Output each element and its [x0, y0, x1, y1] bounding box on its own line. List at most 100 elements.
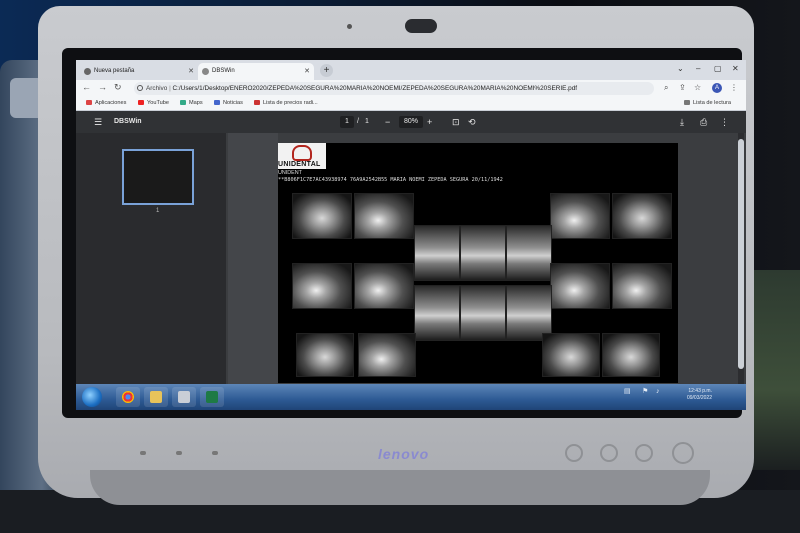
zoom-input[interactable]: 80%: [399, 116, 424, 128]
close-icon[interactable]: ✕: [304, 63, 310, 80]
page-current-input[interactable]: 1: [340, 116, 354, 128]
brand-logo: lenovo: [378, 446, 430, 462]
clock-date: 09/03/2022: [686, 395, 712, 401]
clock-time: 12:43 p.m.: [688, 388, 712, 394]
page-thumbnail[interactable]: [122, 149, 194, 205]
xray-image: [414, 285, 460, 341]
clinic-logo: UNIDENTAL: [278, 143, 326, 169]
hamburger-icon[interactable]: ☰: [94, 111, 102, 133]
apps-icon: [86, 100, 92, 105]
bookmarks-bar: Aplicaciones YouTube Maps Noticias Lista…: [76, 97, 746, 111]
xray-image: [354, 193, 414, 239]
xray-image: [550, 263, 610, 309]
xray-image: [460, 285, 506, 341]
print-icon[interactable]: ⎙: [700, 111, 707, 133]
thumbnail-sidebar: 1: [76, 133, 226, 384]
youtube-icon: [138, 100, 144, 105]
close-icon[interactable]: ✕: [188, 63, 194, 80]
network-icon[interactable]: ▤: [624, 388, 631, 395]
new-tab-button[interactable]: +: [320, 64, 333, 77]
avatar[interactable]: A: [712, 83, 722, 93]
document-title: DBSWin: [114, 118, 142, 125]
indicator-light: [212, 451, 218, 455]
xray-image: [542, 333, 600, 377]
xray-image: [612, 193, 672, 239]
tab-dbswin[interactable]: DBSWin ✕: [198, 63, 314, 80]
webcam-led: [347, 24, 352, 29]
xray-image: [506, 225, 552, 281]
taskbar-app[interactable]: [172, 387, 196, 407]
logo-text: UNIDENTAL: [278, 161, 321, 168]
forward-icon[interactable]: →: [98, 82, 107, 92]
info-icon[interactable]: [137, 85, 143, 91]
volume-icon[interactable]: ♪: [656, 388, 660, 395]
chrome-icon: [122, 391, 134, 403]
vertical-scrollbar[interactable]: [738, 133, 744, 384]
tab-strip: Nueva pestaña ✕ DBSWin ✕ + ⌄ – ▢ ✕: [76, 60, 746, 80]
close-window-icon[interactable]: ✕: [732, 64, 739, 73]
bookmark-youtube[interactable]: YouTube: [138, 97, 169, 110]
monitor-button[interactable]: [635, 444, 653, 462]
screen: Nueva pestaña ✕ DBSWin ✕ + ⌄ – ▢ ✕ ← → ↻…: [76, 60, 746, 410]
minimize-icon[interactable]: –: [696, 64, 700, 73]
app-icon: [178, 391, 190, 403]
bookmark-apps[interactable]: Aplicaciones: [86, 97, 126, 110]
share-icon[interactable]: ⇪: [679, 83, 686, 92]
star-icon[interactable]: ☆: [694, 83, 701, 92]
tab-new-tab[interactable]: Nueva pestaña ✕: [80, 63, 198, 80]
excel-icon: [206, 391, 218, 403]
bookmark-news[interactable]: Noticias: [214, 97, 243, 110]
monitor-button[interactable]: [565, 444, 583, 462]
xray-image: [296, 333, 354, 377]
folder-icon: [150, 391, 162, 403]
reload-icon[interactable]: ↻: [114, 82, 122, 93]
bookmark-price-list[interactable]: Lista de precios radi...: [254, 97, 318, 110]
monitor-button[interactable]: [600, 444, 618, 462]
page-header: UNIDENTAL UNIDENT **B806F1C7E7AC43938974…: [278, 143, 678, 185]
taskbar-explorer[interactable]: [144, 387, 168, 407]
webcam: [405, 19, 437, 33]
start-button[interactable]: [82, 387, 102, 407]
taskbar-excel[interactable]: [200, 387, 224, 407]
rotate-icon[interactable]: ⟲: [468, 111, 476, 133]
chevron-down-icon[interactable]: ⌄: [677, 64, 684, 73]
flag-icon[interactable]: ⚑: [642, 388, 648, 395]
windows-taskbar: ▤ ⚑ ♪ 12:43 p.m. 09/03/2022: [76, 384, 746, 410]
system-clock[interactable]: 12:43 p.m. 09/03/2022: [672, 388, 712, 402]
maps-icon: [180, 100, 186, 105]
gmail-icon: [254, 100, 260, 105]
xray-image: [358, 333, 416, 377]
address-bar-row: ← → ↻ Archivo | C:/Users/1/Desktop/ENERO…: [76, 80, 746, 97]
menu-icon[interactable]: ⋮: [730, 83, 738, 92]
more-icon[interactable]: ⋮: [720, 111, 729, 133]
monitor-base: [90, 470, 710, 505]
xray-image: [612, 263, 672, 309]
thumbnail-number: 1: [156, 208, 160, 214]
maximize-icon[interactable]: ▢: [714, 64, 722, 73]
back-icon[interactable]: ←: [82, 82, 91, 92]
fit-page-icon[interactable]: ⊡: [452, 111, 460, 133]
taskbar-chrome[interactable]: [116, 387, 140, 407]
reading-list[interactable]: Lista de lectura: [684, 97, 731, 110]
page-total: 1: [365, 118, 369, 125]
xray-image: [354, 263, 414, 309]
xray-image: [602, 333, 660, 377]
tab-label: DBSWin: [212, 68, 235, 74]
tab-label: Nueva pestaña: [94, 68, 135, 74]
indicator-light: [176, 451, 182, 455]
zoom-in-button[interactable]: +: [427, 111, 432, 133]
url-text: C:/Users/1/Desktop/ENERO2020/ZEPEDA%20SE…: [172, 85, 578, 92]
zoom-out-button[interactable]: −: [385, 111, 390, 133]
address-input[interactable]: Archivo | C:/Users/1/Desktop/ENERO2020/Z…: [134, 82, 654, 95]
clinic-name: UNIDENT: [278, 170, 302, 176]
bookmark-maps[interactable]: Maps: [180, 97, 203, 110]
pdf-toolbar: ☰ DBSWin 1 / 1 − 80% + ⊡ ⟲ ⤓ ⎙ ⋮: [76, 111, 746, 133]
power-button[interactable]: [672, 442, 694, 464]
pdf-body: 1 UNIDENTAL UNIDENT **B806F1C7E7AC439389…: [76, 133, 746, 384]
page-gutter: [228, 133, 278, 384]
reading-list-icon: [684, 100, 690, 105]
xray-image: [550, 193, 610, 239]
download-icon[interactable]: ⤓: [680, 111, 684, 133]
search-icon[interactable]: ⌕: [664, 83, 668, 93]
scrollbar-thumb[interactable]: [738, 139, 744, 369]
